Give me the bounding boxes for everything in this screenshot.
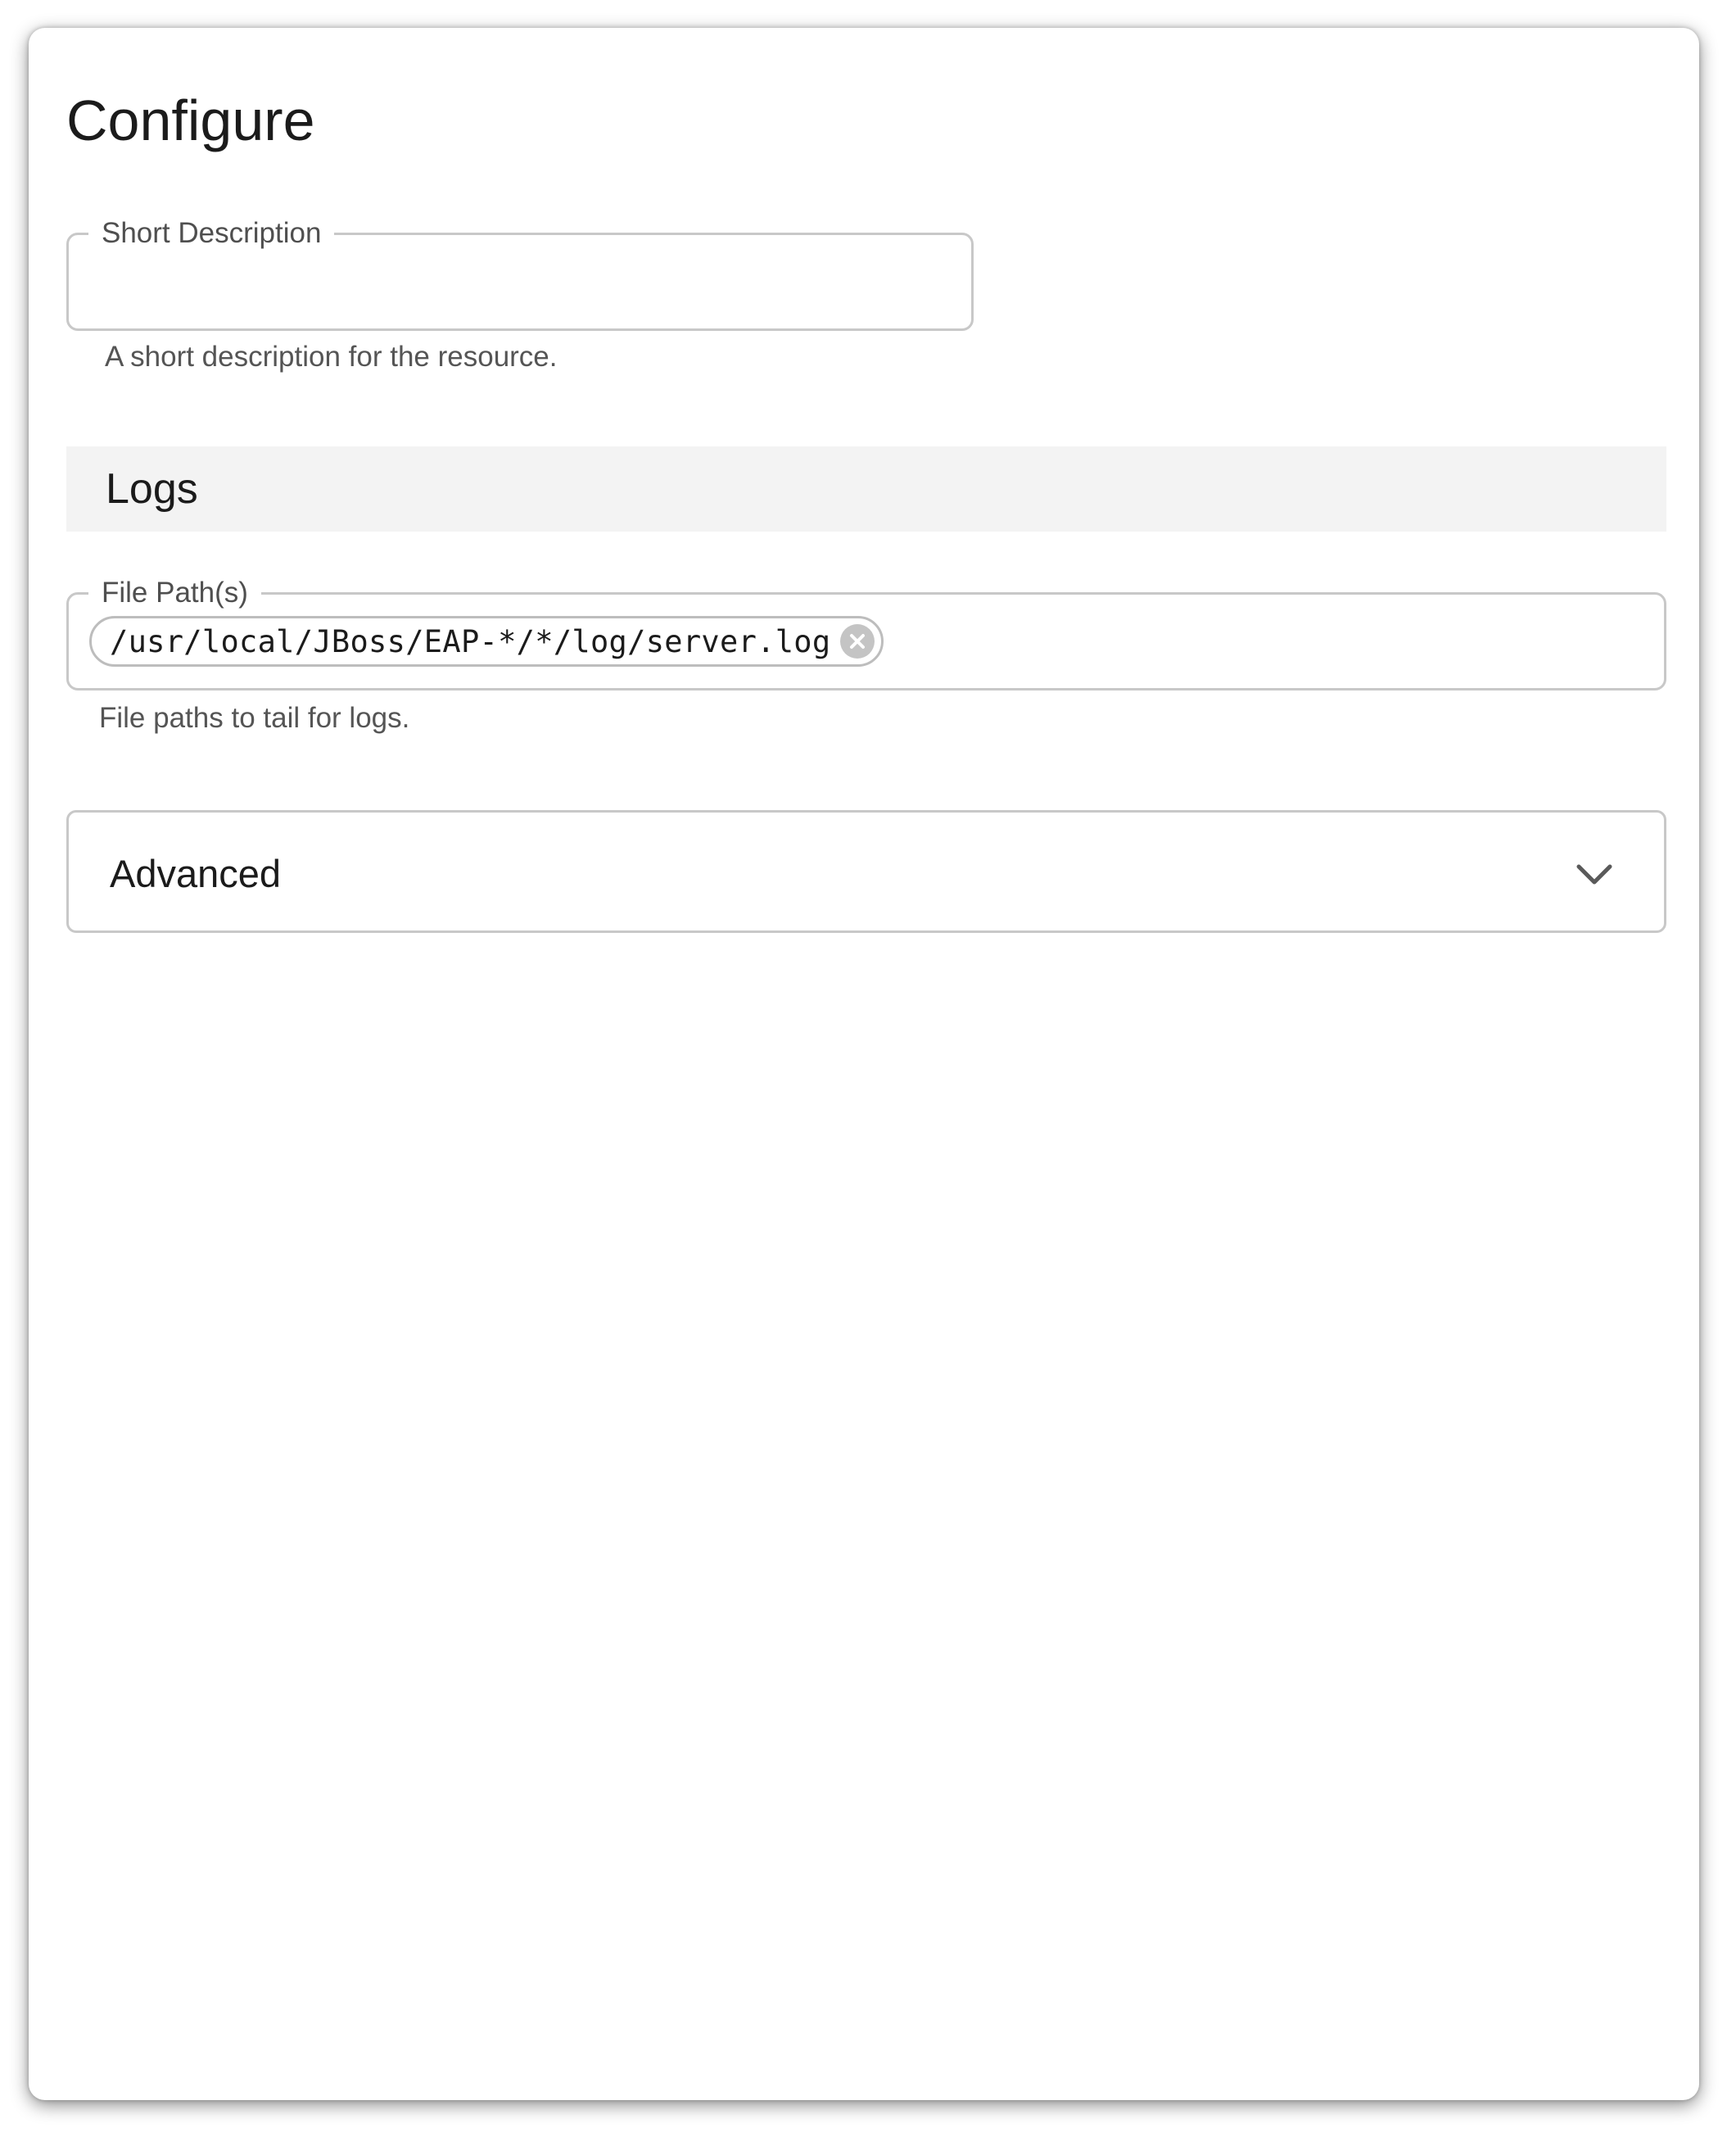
short-description-helper-text: A short description for the resource. bbox=[105, 341, 558, 373]
page-title: Configure bbox=[66, 88, 315, 152]
remove-chip-icon[interactable] bbox=[840, 624, 875, 659]
file-path-chip-label: /usr/local/JBoss/EAP-*/*/log/server.log bbox=[110, 623, 831, 659]
chevron-down-icon bbox=[1576, 864, 1612, 885]
short-description-field[interactable]: Short Description bbox=[66, 217, 974, 331]
configure-dialog: Configure Short Description A short desc… bbox=[29, 28, 1699, 2100]
file-path-chip: /usr/local/JBoss/EAP-*/*/log/server.log bbox=[89, 616, 884, 667]
file-paths-label: File Path(s) bbox=[88, 577, 261, 609]
advanced-accordion[interactable]: Advanced bbox=[66, 810, 1666, 933]
short-description-input[interactable] bbox=[85, 251, 956, 314]
logs-section-header: Logs bbox=[66, 446, 1666, 532]
short-description-label: Short Description bbox=[88, 217, 335, 250]
advanced-accordion-label: Advanced bbox=[110, 852, 282, 895]
file-paths-helper-text: File paths to tail for logs. bbox=[99, 702, 410, 734]
logs-section-title: Logs bbox=[106, 465, 198, 513]
close-icon bbox=[850, 634, 866, 649]
file-paths-field[interactable]: File Path(s) /usr/local/JBoss/EAP-*/*/lo… bbox=[66, 577, 1666, 690]
